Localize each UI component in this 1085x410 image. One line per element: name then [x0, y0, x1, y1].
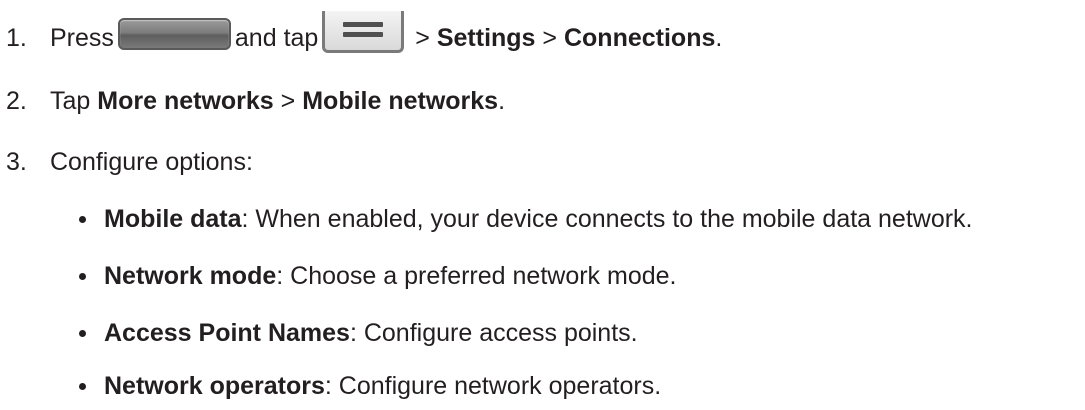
bullet-icon [79, 329, 86, 337]
separator: > [415, 23, 430, 52]
period: . [498, 86, 506, 115]
step-text: Press and tap > Settings > Connections . [50, 11, 723, 59]
option-description: : When enabled, your device connects to … [241, 204, 973, 233]
step-text-tap: Tap [50, 86, 91, 115]
step-number: 3. [6, 147, 27, 176]
option-term: Mobile data [104, 204, 242, 233]
connections-label: Connections [563, 23, 716, 52]
mobile-networks-label: Mobile networks [302, 86, 499, 115]
option-term: Network operators [104, 371, 325, 400]
step-text-and-tap: and tap [234, 23, 319, 52]
home-key-icon [117, 18, 231, 50]
period: . [715, 23, 723, 52]
step-number: 2. [6, 86, 27, 115]
step-text: Tap More networks > Mobile networks . [50, 87, 505, 116]
bullet-icon [79, 272, 86, 280]
separator: > [542, 23, 558, 52]
bullet-icon [79, 215, 86, 223]
option-description: : Configure access points. [349, 318, 638, 347]
step-number: 1. [6, 23, 27, 52]
menu-key-icon [322, 11, 405, 53]
option-term: Access Point Names [104, 318, 350, 347]
option-description: : Configure network operators. [324, 371, 662, 400]
separator: > [280, 86, 296, 115]
option-description: : Choose a preferred network mode. [276, 261, 677, 290]
more-networks-label: More networks [97, 86, 274, 115]
step-text-press: Press [50, 23, 114, 52]
step-text: Configure options: [50, 147, 253, 176]
settings-label: Settings [436, 23, 536, 52]
option-term: Network mode [104, 261, 277, 290]
bullet-icon [79, 382, 86, 390]
